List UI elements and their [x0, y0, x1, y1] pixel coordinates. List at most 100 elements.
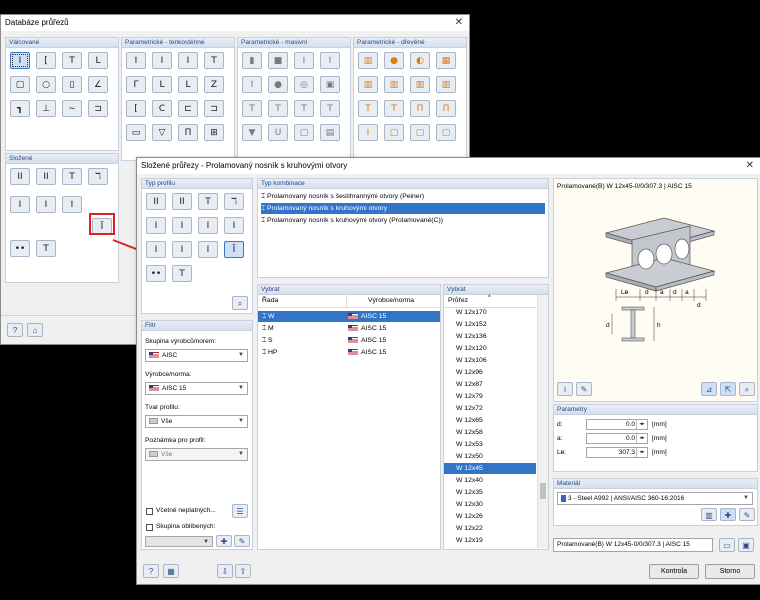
help-icon[interactable]: ?: [143, 564, 159, 578]
spinner-icon[interactable]: ◂▸: [636, 420, 647, 429]
kombinace-item-circular[interactable]: ⌶ Prolamovaný nosník s kruhovými otvory: [261, 203, 545, 214]
rada-column-header[interactable]: Řada Výrobce/norma: [258, 295, 440, 308]
material-new-icon[interactable]: ✚: [720, 508, 736, 521]
storno-button[interactable]: Storno: [705, 564, 755, 579]
comp-t3-icon[interactable]: T: [172, 265, 192, 282]
export-icon[interactable]: ⇧: [235, 564, 251, 578]
prurez-item[interactable]: W 12x40: [444, 475, 536, 486]
typ-profilu-group: Typ profilu II II T ℸ I I I I I I I Ī ••…: [141, 178, 253, 314]
chevron-down-icon: ▼: [203, 539, 209, 545]
units-icon[interactable]: ▦: [163, 564, 179, 578]
front-window-title: Složené průřezy - Prolamovaný nosník s k…: [141, 161, 348, 170]
param-a-input[interactable]: 0.0 ◂▸: [586, 433, 648, 444]
rada-row-s[interactable]: ⌶ S AISC 15: [258, 335, 440, 346]
spinner-icon[interactable]: ◂▸: [636, 434, 647, 443]
prurez-item[interactable]: W 12x53: [444, 439, 536, 450]
prurez-item[interactable]: W 12x22: [444, 523, 536, 534]
result-name-field[interactable]: Prolamované(B) W 12x45-0/0/307.3 | AISC …: [553, 538, 713, 552]
prurez-item[interactable]: W 12x19: [444, 535, 536, 546]
vybrat-prurez-group: Vybrat Průřez ^ W 12x170 W 12x152 W 12x136…: [443, 284, 549, 550]
prurez-item[interactable]: W 12x35: [444, 487, 536, 498]
all-notes-icon: [149, 451, 158, 458]
prurez-item[interactable]: W 12x72: [444, 403, 536, 414]
col-prurez[interactable]: Průřez: [448, 295, 468, 307]
new-favorite-icon[interactable]: ✚: [216, 535, 232, 547]
comp-t2-icon[interactable]: ℸ: [224, 193, 244, 210]
close-icon[interactable]: ✕: [746, 158, 754, 173]
param-lb-input[interactable]: 307.3 ◂▸: [586, 447, 648, 458]
kontrola-button[interactable]: Kontrola: [649, 564, 699, 579]
view-dims-icon[interactable]: ⇱: [720, 382, 736, 396]
col-norma[interactable]: Výrobce/norma: [368, 295, 414, 307]
col-rada[interactable]: Řada: [262, 295, 278, 307]
material-color-icon: [561, 494, 566, 502]
vyrobce-combo[interactable]: AISC 15 ▼: [145, 382, 248, 395]
norma-cell: AISC 15: [348, 323, 386, 334]
edit-favorite-icon[interactable]: ✎: [234, 535, 250, 547]
material-edit-icon[interactable]: ✎: [739, 508, 755, 521]
norma-value: AISC 15: [361, 337, 387, 344]
prurez-item[interactable]: W 12x26: [444, 511, 536, 522]
rada-cell: ⌶ HP: [262, 349, 278, 356]
material-library-icon[interactable]: ▥: [701, 508, 717, 521]
tvar-combo[interactable]: Vše ▼: [145, 415, 248, 428]
comp-i6-icon[interactable]: I: [172, 241, 192, 258]
prurez-item[interactable]: W 12x106: [444, 355, 536, 366]
comp-i7-icon[interactable]: I: [198, 241, 218, 258]
open-folder-icon[interactable]: ▭: [719, 538, 735, 552]
rada-row-hp[interactable]: ⌶ HP AISC 15: [258, 347, 440, 358]
dim-d-vertical: d: [606, 322, 610, 329]
comp-ii-icon[interactable]: II: [146, 193, 166, 210]
search-icon[interactable]: ⌕: [232, 296, 248, 310]
skupina-combo[interactable]: AISC ▼: [145, 349, 248, 362]
prurez-list[interactable]: W 12x170 W 12x152 W 12x136 W 12x120 W 12x106…: [444, 307, 536, 547]
info-icon[interactable]: i: [557, 382, 573, 396]
prurez-item[interactable]: W 12x45: [444, 463, 536, 474]
material-combo[interactable]: 3 - Steel A992 | ANSI/AISC 360-16:2016 ▼: [557, 492, 753, 505]
comp-dots-icon[interactable]: ••: [146, 265, 166, 282]
comp-i-icon[interactable]: I: [146, 217, 166, 234]
prurez-item[interactable]: W 12x58: [444, 427, 536, 438]
comp-t-icon[interactable]: T: [198, 193, 218, 210]
vcetne-checkbox[interactable]: [146, 508, 153, 515]
oblibenych-checkbox[interactable]: [146, 524, 153, 531]
import-icon[interactable]: ⇩: [217, 564, 233, 578]
us-flag-icon: [348, 337, 358, 344]
prurez-item[interactable]: W 12x30: [444, 499, 536, 510]
param-d-input[interactable]: 0.0 ◂▸: [586, 419, 648, 430]
scrollbar[interactable]: [537, 295, 548, 548]
dim-a2: a: [685, 289, 689, 296]
kombinace-item-circular-c[interactable]: ⌶ Prolamovaný nosník s kruhovými otvory …: [261, 215, 545, 226]
scrollbar-thumb[interactable]: [540, 483, 546, 499]
chevron-down-icon: ▼: [238, 385, 244, 391]
rada-row-m[interactable]: ⌶ M AISC 15: [258, 323, 440, 334]
oblibenych-combo[interactable]: ▼: [145, 536, 213, 547]
prurez-item[interactable]: W 12x79: [444, 391, 536, 402]
comp-i3-icon[interactable]: I: [198, 217, 218, 234]
prurez-item[interactable]: W 12x50: [444, 451, 536, 462]
dim-a1: a: [660, 289, 664, 296]
comp-i4-icon[interactable]: I: [224, 217, 244, 234]
prurez-item[interactable]: W 12x87: [444, 379, 536, 390]
prurez-item[interactable]: W 12x152: [444, 319, 536, 330]
comp-ii2-icon[interactable]: II: [172, 193, 192, 210]
dimension-icon[interactable]: ✎: [576, 382, 592, 396]
prurez-item[interactable]: W 12x96: [444, 367, 536, 378]
poznamka-combo[interactable]: Vše ▼: [145, 448, 248, 461]
prurez-item[interactable]: W 12x120: [444, 343, 536, 354]
castellated-beam-drawing: Lᴃ d a d a d d h: [604, 217, 716, 342]
zoom-icon[interactable]: ⌕: [739, 382, 755, 396]
rada-value: HP: [267, 349, 278, 356]
rada-row-w[interactable]: ⌶ W AISC 15: [258, 311, 440, 322]
comp-i2-icon[interactable]: I: [172, 217, 192, 234]
comp-i5-icon[interactable]: I: [146, 241, 166, 258]
view-3d-icon[interactable]: ⊿: [701, 382, 717, 396]
filter-options-icon[interactable]: ☰: [232, 504, 248, 518]
kombinace-item-peiner[interactable]: ⌶ Prolamovaný nosník s šestihrannými otv…: [261, 191, 545, 202]
prurez-item[interactable]: W 12x170: [444, 307, 536, 318]
spinner-icon[interactable]: ◂▸: [636, 448, 647, 457]
prurez-item[interactable]: W 12x65: [444, 415, 536, 426]
save-icon[interactable]: ▣: [738, 538, 754, 552]
prurez-item[interactable]: W 12x136: [444, 331, 536, 342]
castellated-circular-icon[interactable]: Ī: [224, 241, 244, 258]
